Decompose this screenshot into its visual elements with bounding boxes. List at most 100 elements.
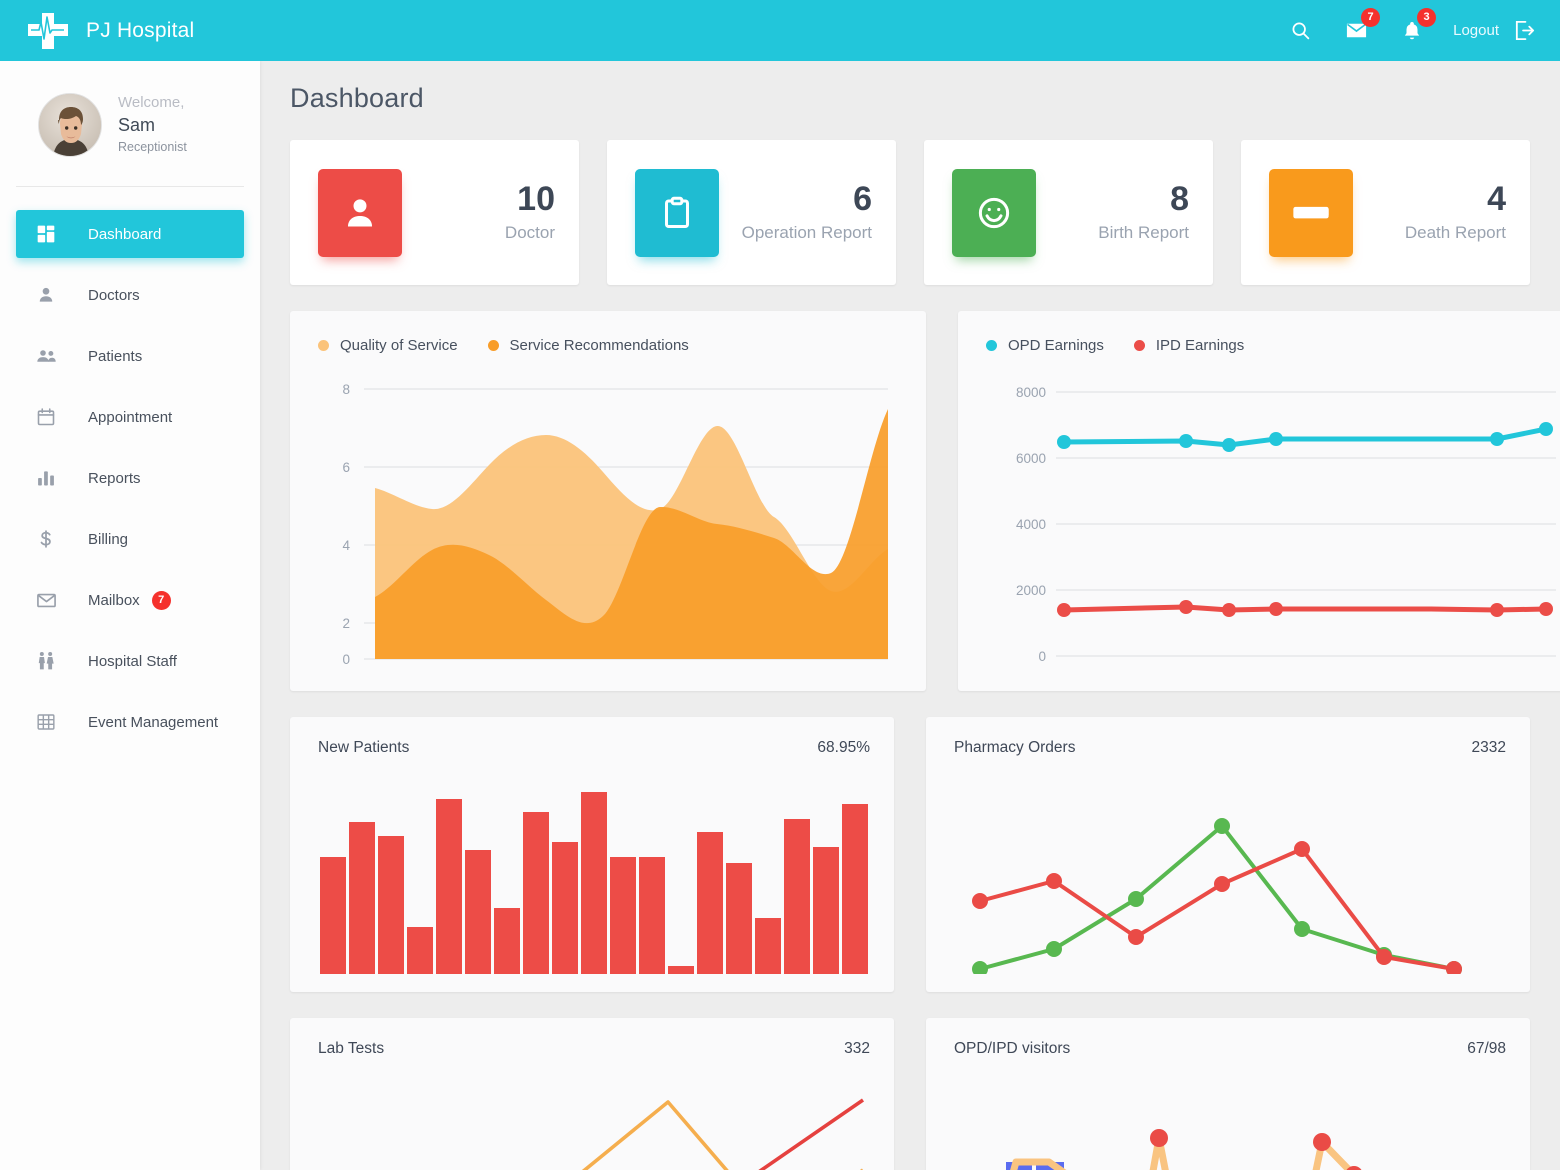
stat-card-doctor[interactable]: 10 Doctor bbox=[290, 140, 579, 285]
user-name: Sam bbox=[118, 114, 156, 135]
grid-dashboard-icon bbox=[34, 222, 58, 246]
staff-people-icon bbox=[34, 649, 58, 673]
bell-icon[interactable]: 3 bbox=[1397, 7, 1437, 46]
svg-text:8: 8 bbox=[342, 382, 350, 397]
stat-value: 10 bbox=[517, 180, 555, 219]
sidebar-item-appointment[interactable]: Appointment bbox=[16, 393, 244, 441]
service-area-chart-canvas: 8 6 4 2 0 bbox=[342, 382, 888, 664]
lab-tests-title: Lab Tests bbox=[318, 1040, 385, 1057]
main-content: Dashboard 10 Doctor 6 Operation Report 8… bbox=[260, 61, 1560, 1170]
top-header-bar: PJ Hospital 7 3 Logout bbox=[0, 0, 1560, 61]
legend-color-dot bbox=[318, 340, 329, 351]
brand[interactable]: PJ Hospital bbox=[0, 11, 260, 51]
service-chart-legend: Quality of Service Service Recommendatio… bbox=[318, 337, 898, 354]
header-actions: 7 3 Logout bbox=[1285, 0, 1560, 61]
service-area-chart-panel: Quality of Service Service Recommendatio… bbox=[290, 311, 926, 691]
opd-ipd-visitors-header: OPD/IPD visitors 67/98 bbox=[954, 1040, 1506, 1058]
legend-label: Quality of Service bbox=[340, 337, 458, 354]
profile-text: Welcome, Sam Receptionist bbox=[118, 94, 187, 156]
sidebar-item-label: Appointment bbox=[88, 408, 173, 426]
smiley-icon bbox=[952, 168, 1036, 257]
medical-cross-heartbeat-icon bbox=[26, 11, 70, 51]
legend-item-ipd-earnings[interactable]: IPD Earnings bbox=[1133, 337, 1245, 354]
svg-text:0: 0 bbox=[342, 652, 350, 664]
pharmacy-orders-header: Pharmacy Orders 2332 bbox=[954, 739, 1506, 757]
sidebar-item-dashboard[interactable]: Dashboard bbox=[16, 210, 244, 258]
sidebar-item-label: Doctors bbox=[88, 286, 140, 304]
pharmacy-orders-title: Pharmacy Orders bbox=[954, 739, 1076, 756]
sidebar-item-label: Reports bbox=[88, 469, 141, 487]
pharmacy-orders-panel: Pharmacy Orders 2332 bbox=[926, 717, 1530, 992]
stat-card-operation-report[interactable]: 6 Operation Report bbox=[607, 140, 896, 285]
opd-ipd-visitors-title: OPD/IPD visitors bbox=[954, 1040, 1071, 1057]
lab-tests-line-chart-canvas bbox=[581, 1098, 865, 1170]
search-icon[interactable] bbox=[1285, 16, 1315, 46]
legend-item-quality-of-service[interactable]: Quality of Service bbox=[318, 337, 458, 354]
sign-out-icon bbox=[1513, 19, 1536, 42]
stat-label: Birth Report bbox=[1098, 222, 1189, 242]
mail-icon[interactable]: 7 bbox=[1341, 7, 1381, 46]
earnings-line-chart-canvas: 8000 6000 4000 2000 0 bbox=[1016, 385, 1556, 664]
sidebar-divider bbox=[16, 186, 244, 187]
brand-title: PJ Hospital bbox=[86, 18, 195, 42]
stat-card-birth-report[interactable]: 8 Birth Report bbox=[924, 140, 1213, 285]
new-patients-bar-chart-canvas bbox=[320, 792, 868, 974]
sidebar: Welcome, Sam Receptionist Dashboard Doct… bbox=[0, 61, 260, 1170]
new-patients-header: New Patients 68.95% bbox=[318, 739, 870, 757]
person-icon bbox=[34, 283, 58, 307]
stat-text: 4 Death Report bbox=[1404, 180, 1506, 243]
legend-item-opd-earnings[interactable]: OPD Earnings bbox=[986, 337, 1104, 354]
legend-label: Service Recommendations bbox=[509, 337, 689, 354]
bar-chart-icon bbox=[34, 466, 58, 490]
legend-label: OPD Earnings bbox=[1008, 337, 1104, 354]
opd-ipd-visitors-chart-canvas bbox=[1006, 1129, 1362, 1170]
logout-button[interactable]: Logout bbox=[1453, 19, 1536, 42]
sidebar-item-mailbox[interactable]: Mailbox 7 bbox=[16, 576, 244, 624]
sidebar-item-label: Event Management bbox=[88, 713, 219, 731]
stat-value: 4 bbox=[1487, 180, 1506, 219]
stat-value: 8 bbox=[1170, 180, 1189, 219]
svg-text:2: 2 bbox=[342, 616, 350, 631]
clipboard-icon bbox=[635, 168, 719, 257]
page-title: Dashboard bbox=[290, 83, 424, 113]
sidebar-item-billing[interactable]: Billing bbox=[16, 515, 244, 563]
pharmacy-orders-line-chart-canvas bbox=[972, 818, 1462, 974]
svg-text:2000: 2000 bbox=[1016, 583, 1046, 598]
sidebar-nav: Dashboard Doctors Patients Appointment R… bbox=[0, 210, 260, 746]
sidebar-item-label: Billing bbox=[88, 530, 129, 548]
stat-card-death-report[interactable]: 4 Death Report bbox=[1241, 140, 1530, 285]
pharmacy-orders-value: 2332 bbox=[1471, 739, 1506, 756]
svg-text:0: 0 bbox=[1038, 649, 1046, 664]
mailbox-badge: 7 bbox=[151, 590, 171, 610]
lab-tests-header: Lab Tests 332 bbox=[318, 1040, 870, 1058]
svg-text:4: 4 bbox=[342, 538, 350, 553]
stat-label: Death Report bbox=[1404, 222, 1506, 242]
person-icon bbox=[318, 168, 402, 257]
sidebar-item-patients[interactable]: Patients bbox=[16, 332, 244, 380]
stat-text: 8 Birth Report bbox=[1098, 180, 1189, 243]
opd-ipd-visitors-panel: OPD/IPD visitors 67/98 bbox=[926, 1018, 1530, 1170]
user-role: Receptionist bbox=[118, 140, 187, 155]
avatar bbox=[38, 93, 102, 157]
stat-text: 10 Doctor bbox=[505, 180, 555, 243]
bell-badge: 3 bbox=[1417, 7, 1437, 27]
svg-text:4000: 4000 bbox=[1016, 517, 1046, 532]
mini-charts-row-2: Lab Tests 332 OPD/IPD visitors 67/98 bbox=[260, 992, 1560, 1170]
earnings-line-chart-panel: OPD Earnings IPD Earnings 8000 6000 4000 2… bbox=[958, 311, 1560, 691]
sidebar-item-label: Dashboard bbox=[88, 225, 162, 243]
svg-text:6: 6 bbox=[342, 460, 350, 475]
charts-row: Quality of Service Service Recommendatio… bbox=[260, 285, 1560, 691]
people-group-icon bbox=[34, 344, 58, 368]
stat-label: Operation Report bbox=[741, 222, 872, 242]
sidebar-item-hospital-staff[interactable]: Hospital Staff bbox=[16, 637, 244, 685]
legend-item-service-recommendations[interactable]: Service Recommendations bbox=[487, 337, 689, 354]
sidebar-item-reports[interactable]: Reports bbox=[16, 454, 244, 502]
sidebar-item-event-management[interactable]: Event Management bbox=[16, 698, 244, 746]
user-profile[interactable]: Welcome, Sam Receptionist bbox=[0, 61, 260, 157]
legend-label: IPD Earnings bbox=[1155, 337, 1245, 354]
opd-ipd-visitors-value: 67/98 bbox=[1467, 1040, 1506, 1057]
legend-color-dot bbox=[487, 340, 499, 351]
sidebar-item-label: Hospital Staff bbox=[88, 652, 177, 670]
sidebar-item-doctors[interactable]: Doctors bbox=[16, 271, 244, 319]
welcome-label: Welcome, bbox=[118, 94, 185, 112]
